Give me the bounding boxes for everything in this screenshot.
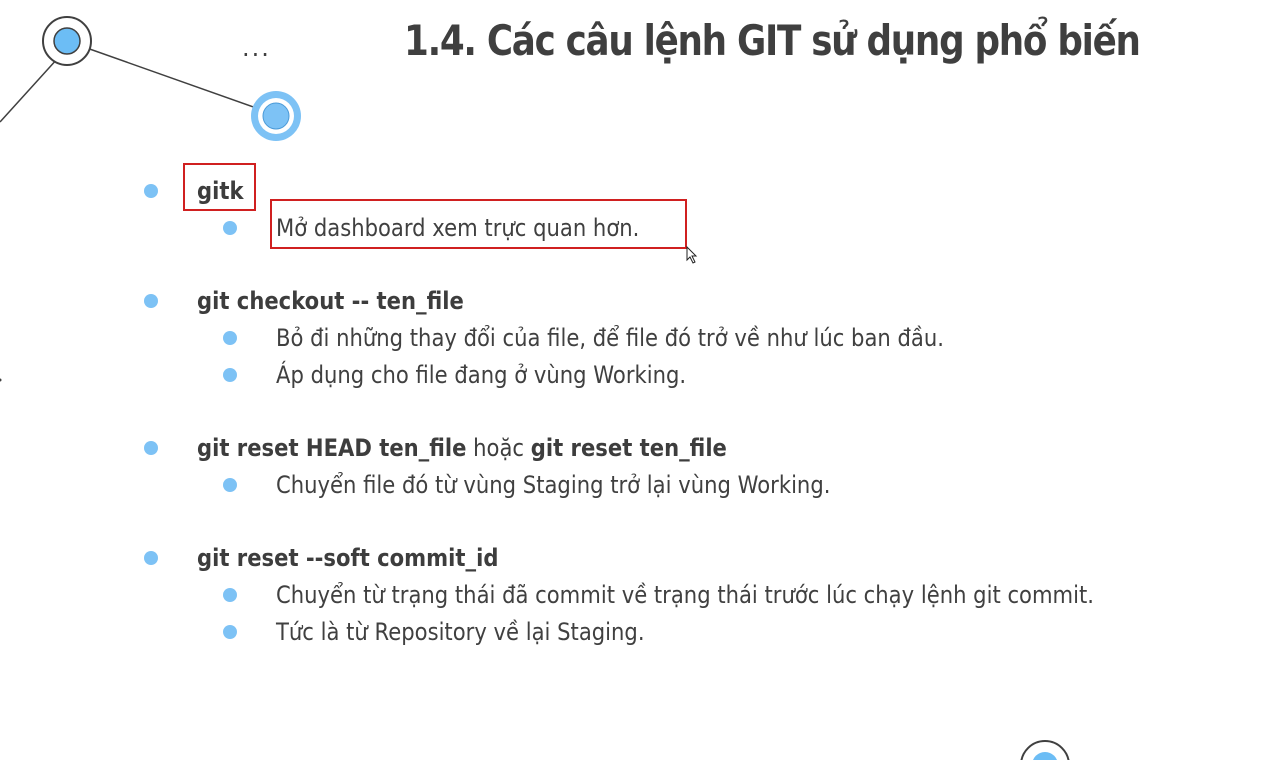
bullet-level1	[144, 294, 158, 308]
command-git-reset-head: git reset HEAD ten_file hoặc git reset t…	[197, 433, 727, 463]
bullet-level2	[223, 221, 237, 235]
command-git-reset-alt: git reset ten_file	[530, 434, 727, 462]
bullet-level2	[223, 368, 237, 382]
detail-git-reset-soft-1: Chuyển từ trạng thái đã commit về trạng …	[276, 581, 1094, 609]
command-git-checkout: git checkout -- ten_file	[197, 287, 464, 315]
bullet-level1	[144, 184, 158, 198]
bullet-level2	[223, 625, 237, 639]
highlight-box-gitk-detail	[270, 199, 687, 249]
command-git-reset-head-main: git reset HEAD ten_file	[197, 434, 467, 462]
bullet-level2	[223, 331, 237, 345]
detail-git-reset-head: Chuyển file đó từ vùng Staging trở lại v…	[276, 471, 831, 499]
detail-git-reset-soft-2: Tức là từ Repository về lại Staging.	[276, 618, 645, 646]
detail-git-checkout-2: Áp dụng cho file đang ở vùng Working.	[276, 361, 687, 389]
bullet-level1	[144, 551, 158, 565]
command-git-reset-soft: git reset --soft commit_id	[197, 544, 499, 572]
slide-title: 1.4. Các câu lệnh GIT sử dụng phổ biến	[404, 16, 1141, 65]
bullet-level2	[223, 588, 237, 602]
mouse-cursor-icon	[686, 246, 698, 264]
bullet-level2	[223, 478, 237, 492]
ellipsis: ...	[242, 34, 271, 62]
connector-text: hoặc	[466, 434, 531, 462]
highlight-box-gitk	[183, 163, 256, 211]
detail-git-checkout-1: Bỏ đi những thay đổi của file, để file đ…	[276, 324, 944, 352]
bullet-level1	[144, 441, 158, 455]
